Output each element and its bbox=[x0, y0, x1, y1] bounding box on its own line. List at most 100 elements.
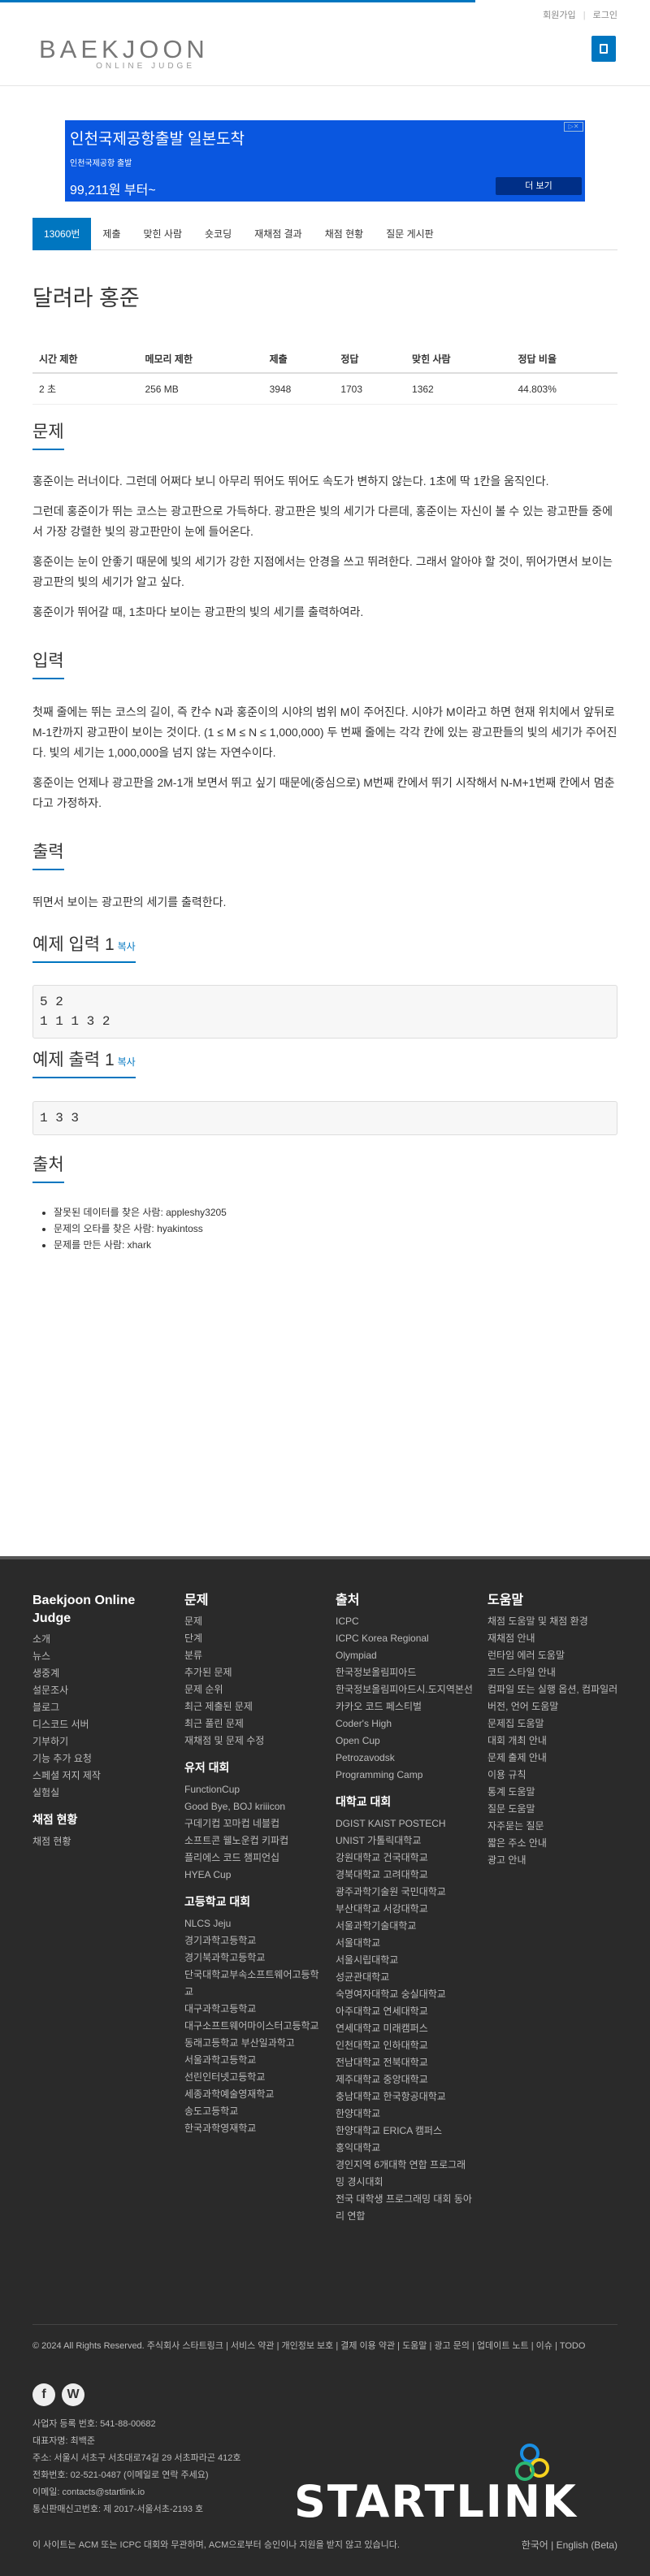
footer-link[interactable]: 블로그 bbox=[32, 1699, 171, 1716]
footer-link[interactable]: 채점 현황 bbox=[32, 1833, 171, 1850]
footer-link[interactable]: 최근 풀린 문제 bbox=[184, 1715, 323, 1733]
footer-link[interactable]: 뉴스 bbox=[32, 1648, 171, 1665]
footer-link[interactable]: NLCS Jeju bbox=[184, 1915, 323, 1932]
footer-link[interactable]: 컴파일 또는 실행 옵션, 컴파일러 버전, 언어 도움말 bbox=[488, 1681, 622, 1715]
footer-link[interactable]: 기능 추가 요청 bbox=[32, 1750, 171, 1767]
footer-link[interactable]: 충남대학교 한국항공대학교 bbox=[336, 2088, 474, 2105]
footer-link[interactable]: 홍익대학교 bbox=[336, 2140, 474, 2157]
facebook-icon[interactable]: f bbox=[32, 2383, 55, 2406]
footer-link[interactable]: 광주과학기술원 국민대학교 bbox=[336, 1884, 474, 1901]
footer-link[interactable]: 문제 bbox=[184, 1613, 323, 1630]
startlink-logo[interactable]: STARTLINK bbox=[294, 2444, 619, 2541]
footer-link[interactable]: 플리에스 코드 챔피언십 bbox=[184, 1850, 323, 1867]
footer-link[interactable]: 광고 안내 bbox=[488, 1852, 622, 1869]
ad-more-button[interactable]: 더 보기 bbox=[496, 177, 582, 195]
footer-link[interactable]: Coder's High bbox=[336, 1715, 474, 1733]
footer-link[interactable]: 문제 출제 안내 bbox=[488, 1750, 622, 1767]
footer-link[interactable]: 질문 도움말 bbox=[488, 1801, 622, 1818]
sample-output-box[interactable]: 1 3 3 bbox=[32, 1101, 618, 1135]
footer-link[interactable]: 한국과학영재학교 bbox=[184, 2120, 323, 2137]
sample-input-box[interactable]: 5 2 1 1 1 3 2 bbox=[32, 985, 618, 1039]
list-item[interactable]: 문제를 만든 사람: xhark bbox=[54, 1237, 227, 1253]
footer-link[interactable]: 단국대학교부속소프트웨어고등학교 bbox=[184, 1967, 323, 2001]
list-item[interactable]: 문제의 오타를 찾은 사람: hyakintoss bbox=[54, 1221, 227, 1237]
footer-link[interactable]: 경기과학고등학교 bbox=[184, 1932, 323, 1949]
wordpress-icon[interactable]: W bbox=[62, 2383, 84, 2406]
footer-link[interactable]: 짧은 주소 안내 bbox=[488, 1835, 622, 1852]
footer-link[interactable]: 연세대학교 미래캠퍼스 bbox=[336, 2020, 474, 2037]
tab-question-board[interactable]: 질문 게시판 bbox=[375, 218, 445, 250]
tab-judge-status[interactable]: 채점 현황 bbox=[314, 218, 375, 250]
footer-link[interactable]: 기부하기 bbox=[32, 1733, 171, 1750]
footer-link[interactable]: 한국정보올림피아드시.도지역본선 bbox=[336, 1681, 474, 1698]
footer-link[interactable]: 아주대학교 연세대학교 bbox=[336, 2003, 474, 2020]
footer-link[interactable]: Petrozavodsk bbox=[336, 1750, 474, 1767]
footer-link[interactable]: 카카오 코드 페스티벌 bbox=[336, 1698, 474, 1715]
tab-rejudge-results[interactable]: 재채점 결과 bbox=[243, 218, 314, 250]
footer-link[interactable]: 단계 bbox=[184, 1630, 323, 1647]
footer-link[interactable]: Programming Camp bbox=[336, 1767, 474, 1784]
footer-link[interactable]: 재채점 안내 bbox=[488, 1630, 622, 1647]
footer-link[interactable]: 한양대학교 ERICA 캠퍼스 bbox=[336, 2123, 474, 2140]
footer-link[interactable]: 서울대학교 bbox=[336, 1935, 474, 1952]
footer-link[interactable]: 경북대학교 고려대학교 bbox=[336, 1867, 474, 1884]
footer-link[interactable]: 제주대학교 중앙대학교 bbox=[336, 2071, 474, 2088]
footer-link[interactable]: 디스코드 서버 bbox=[32, 1716, 171, 1733]
footer-link[interactable]: HYEA Cup bbox=[184, 1867, 323, 1884]
footer-link[interactable]: 추가된 문제 bbox=[184, 1664, 323, 1681]
site-logo[interactable]: BAEKJOON ONLINE JUDGE bbox=[39, 36, 205, 72]
footer-link[interactable]: 설문조사 bbox=[32, 1682, 171, 1699]
footer-link[interactable]: Good Bye, BOJ kriiicon bbox=[184, 1798, 323, 1815]
footer-link[interactable]: Olympiad bbox=[336, 1647, 474, 1664]
footer-link[interactable]: 런타임 에러 도움말 bbox=[488, 1647, 622, 1664]
menu-button[interactable] bbox=[592, 36, 616, 62]
footer-link[interactable]: 이용 규칙 bbox=[488, 1767, 622, 1784]
signup-link[interactable]: 회원가입 bbox=[543, 11, 575, 20]
footer-link[interactable]: 대구소프트웨어마이스터고등학교 bbox=[184, 2018, 323, 2035]
footer-link[interactable]: 분류 bbox=[184, 1647, 323, 1664]
footer-link[interactable]: 최근 제출된 문제 bbox=[184, 1698, 323, 1715]
language-switcher[interactable]: 한국어 | English (Beta) bbox=[522, 2538, 618, 2552]
footer-link[interactable]: 경인지역 6개대학 연합 프로그래밍 경시대회 bbox=[336, 2157, 474, 2191]
footer-link[interactable]: 문제 순위 bbox=[184, 1681, 323, 1698]
footer-link[interactable]: 서울시립대학교 bbox=[336, 1952, 474, 1969]
footer-link[interactable]: 부산대학교 서강대학교 bbox=[336, 1901, 474, 1918]
footer-link[interactable]: 코드 스타일 안내 bbox=[488, 1664, 622, 1681]
footer-link[interactable]: Open Cup bbox=[336, 1733, 474, 1750]
footer-link[interactable]: 구데기컵 꼬마컵 네블컵 bbox=[184, 1815, 323, 1832]
footer-link[interactable]: 실험실 bbox=[32, 1785, 171, 1802]
footer-link[interactable]: 세종과학예술영재학교 bbox=[184, 2086, 323, 2103]
tab-solved-users[interactable]: 맞힌 사람 bbox=[132, 218, 194, 250]
footer-link[interactable]: 선린인터넷고등학교 bbox=[184, 2069, 323, 2086]
footer-link[interactable]: 서울과학기술대학교 bbox=[336, 1918, 474, 1935]
list-item[interactable]: 잘못된 데이터를 찾은 사람: appleshy3205 bbox=[54, 1204, 227, 1221]
footer-legal-links[interactable]: © 2024 All Rights Reserved. 주식회사 스타트링크 |… bbox=[32, 2338, 618, 2354]
tab-submit[interactable]: 제출 bbox=[91, 218, 132, 250]
footer-link[interactable]: 송도고등학교 bbox=[184, 2103, 323, 2120]
tab-short-coding[interactable]: 숏코딩 bbox=[193, 218, 243, 250]
footer-link[interactable]: 강원대학교 건국대학교 bbox=[336, 1850, 474, 1867]
footer-link[interactable]: 소프트콘 웰노운컵 키파컵 bbox=[184, 1832, 323, 1850]
footer-link[interactable]: 대구과학고등학교 bbox=[184, 2001, 323, 2018]
advertisement-banner[interactable]: ▷✕ 인천국제공항출발 일본도착 인천국제공항 출발 99,211원 부터~ 더… bbox=[65, 120, 585, 202]
footer-link[interactable]: 문제집 도움말 bbox=[488, 1715, 622, 1733]
footer-link[interactable]: ICPC bbox=[336, 1613, 474, 1630]
footer-link[interactable]: 스페셜 저지 제작 bbox=[32, 1767, 171, 1785]
footer-link[interactable]: FunctionCup bbox=[184, 1781, 323, 1798]
login-link[interactable]: 로그인 bbox=[593, 11, 618, 20]
footer-link[interactable]: 대회 개최 안내 bbox=[488, 1733, 622, 1750]
footer-link[interactable]: DGIST KAIST POSTECH UNIST 가톨릭대학교 bbox=[336, 1815, 474, 1850]
footer-link[interactable]: 숙명여자대학교 숭실대학교 bbox=[336, 1986, 474, 2003]
footer-link[interactable]: 생중계 bbox=[32, 1665, 171, 1682]
footer-link[interactable]: 경기북과학고등학교 bbox=[184, 1949, 323, 1967]
footer-link[interactable]: 서울과학고등학교 bbox=[184, 2052, 323, 2069]
footer-link[interactable]: 한양대학교 bbox=[336, 2105, 474, 2123]
copy-sample-input-link[interactable]: 복사 bbox=[118, 941, 136, 952]
footer-link[interactable]: 한국정보올림피아드 bbox=[336, 1664, 474, 1681]
footer-link[interactable]: 전남대학교 전북대학교 bbox=[336, 2054, 474, 2071]
tab-problem-number[interactable]: 13060번 bbox=[32, 218, 92, 250]
footer-link[interactable]: 자주묻는 질문 bbox=[488, 1818, 622, 1835]
footer-link[interactable]: 소개 bbox=[32, 1631, 171, 1648]
ad-choices-icon[interactable]: ▷✕ bbox=[564, 122, 583, 132]
footer-link[interactable]: ICPC Korea Regional bbox=[336, 1630, 474, 1647]
